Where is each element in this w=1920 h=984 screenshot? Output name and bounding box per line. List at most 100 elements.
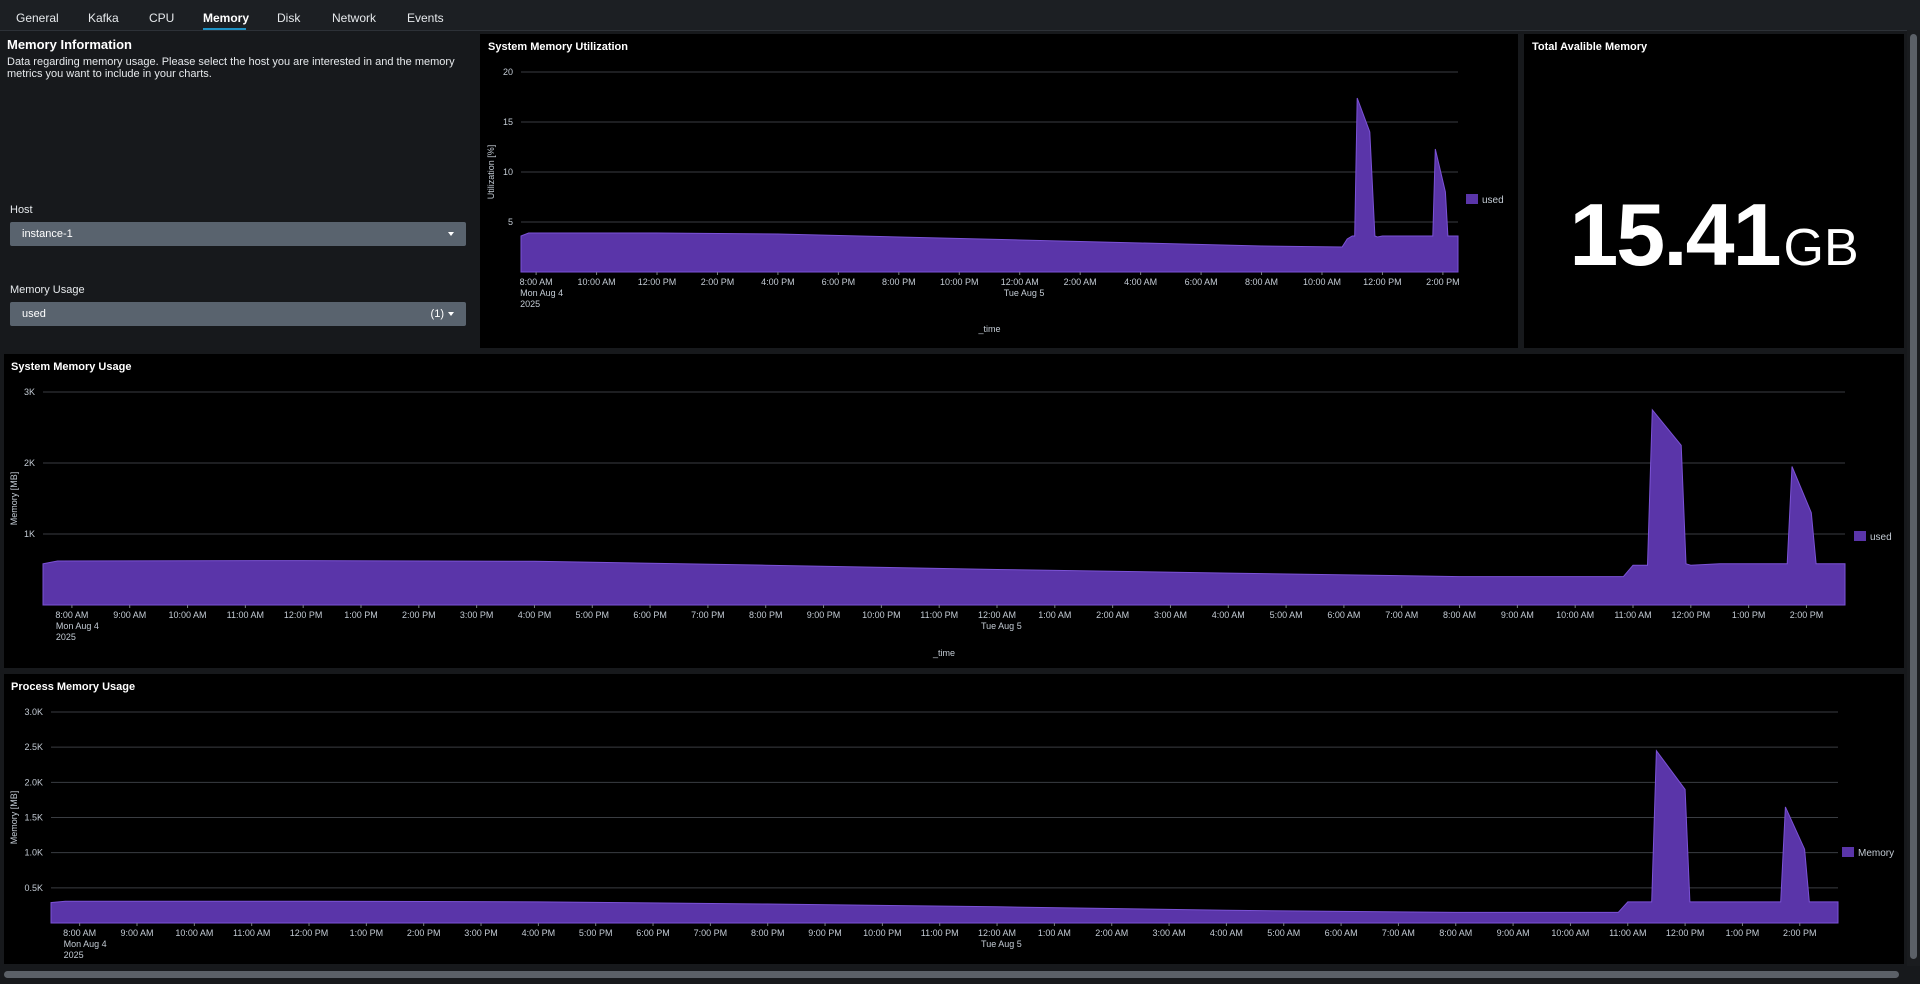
x-tick-label: 9:00 AM <box>1501 610 1534 620</box>
memory-usage-multiselect[interactable]: used (1) <box>10 302 466 326</box>
x-tick-label: 11:00 AM <box>1614 610 1651 620</box>
x-tick-label: 10:00 PM <box>940 277 979 287</box>
x-tick-label: 1:00 PM <box>344 610 378 620</box>
tab-network[interactable]: Network <box>332 11 376 25</box>
x-tick-label: 5:00 AM <box>1267 928 1300 938</box>
x-tick-label: 12:00 PM <box>638 277 677 287</box>
y-tick-label: 2K <box>24 458 35 468</box>
legend-label[interactable]: used <box>1870 532 1892 543</box>
host-dropdown[interactable]: instance-1 <box>10 222 466 246</box>
x-tick-label: 9:00 AM <box>113 610 146 620</box>
x-tick-label: 8:00 AM <box>520 277 553 287</box>
x-tick-label: 9:00 PM <box>807 610 841 620</box>
x-tick-label: 4:00 AM <box>1124 277 1157 287</box>
panel-title: Process Memory Usage <box>11 681 136 693</box>
tab-kafka[interactable]: Kafka <box>88 11 119 25</box>
system-memory-usage-chart: 1K2K3KMemory [MB]8:00 AMMon Aug 420259:0… <box>9 387 1892 658</box>
x-tick-label: 10:00 AM <box>175 928 213 938</box>
system-memory-utilization-chart: 5101520Utilization [%]8:00 AMMon Aug 420… <box>486 67 1504 334</box>
x-tick-label: 4:00 PM <box>518 610 552 620</box>
series-area-used[interactable] <box>520 97 1459 273</box>
legend-swatch[interactable] <box>1842 847 1854 857</box>
tab-general[interactable]: General <box>16 11 59 25</box>
y-tick-label: 1K <box>24 529 35 539</box>
x-tick-label: 7:00 PM <box>694 928 728 938</box>
x-tick-label: 3:00 AM <box>1154 610 1187 620</box>
x-tick-label: 11:00 AM <box>233 928 270 938</box>
y-tick-label: 1.0K <box>24 848 43 858</box>
panel-title: System Memory Usage <box>11 361 132 373</box>
y-tick-label: 2.0K <box>24 777 43 787</box>
x-tick-label: 2:00 PM <box>701 277 735 287</box>
process-memory-usage-panel: Process Memory Usage 0.5K 1.0K 1.5K 2.0K 2.5… <box>4 674 1904 964</box>
x-tick-label: 12:00 AM <box>978 928 1016 938</box>
y-tick-label: 3K <box>24 387 35 397</box>
y-tick-label: 2.5K <box>24 742 43 752</box>
x-tick-sublabel: Mon Aug 4 <box>520 288 563 298</box>
x-tick-label: 1:00 AM <box>1038 928 1071 938</box>
legend-swatch[interactable] <box>1854 531 1866 541</box>
dashboard-tab-bar: General Kafka CPU Memory Disk Network Ev… <box>0 0 1920 31</box>
x-tick-label: 2:00 PM <box>402 610 436 620</box>
x-tick-label: 2:00 AM <box>1095 928 1128 938</box>
y-tick-label: 3.0K <box>24 707 43 717</box>
x-tick-label: 9:00 AM <box>1497 928 1530 938</box>
x-tick-label: 3:00 PM <box>464 928 498 938</box>
x-tick-label: 3:00 PM <box>460 610 494 620</box>
tab-disk[interactable]: Disk <box>277 11 300 25</box>
y-tick-label: 15 <box>503 117 513 127</box>
x-axis-label: _time <box>932 648 955 658</box>
x-tick-sublabel: Mon Aug 4 <box>56 621 99 631</box>
vertical-scrollbar[interactable] <box>1907 30 1920 966</box>
x-tick-sublabel: Tue Aug 5 <box>981 621 1022 631</box>
x-tick-label: 12:00 PM <box>284 610 323 620</box>
x-tick-label: 1:00 PM <box>1732 610 1766 620</box>
x-tick-label: 10:00 PM <box>863 928 902 938</box>
legend-swatch[interactable] <box>1466 194 1478 204</box>
x-tick-label: 8:00 PM <box>882 277 916 287</box>
x-tick-label: 6:00 PM <box>636 928 670 938</box>
memory-usage-label: Memory Usage <box>10 284 85 296</box>
legend-label[interactable]: used <box>1482 195 1504 206</box>
x-tick-label: 2:00 PM <box>1783 928 1817 938</box>
x-tick-label: 8:00 AM <box>63 928 96 938</box>
x-tick-label: 6:00 AM <box>1327 610 1360 620</box>
tab-events[interactable]: Events <box>407 11 444 25</box>
x-tick-sublabel: 2025 <box>520 299 540 309</box>
vertical-scrollbar-thumb[interactable] <box>1910 34 1917 959</box>
host-label: Host <box>10 204 33 216</box>
x-tick-label: 12:00 PM <box>1666 928 1705 938</box>
x-tick-label: 8:00 PM <box>749 610 783 620</box>
tab-cpu[interactable]: CPU <box>149 11 174 25</box>
x-tick-label: 12:00 PM <box>290 928 329 938</box>
total-memory-unit: GB <box>1783 219 1859 277</box>
system-memory-utilization-panel: System Memory Utilization 5 10 15 20 Utiliza… <box>480 34 1518 348</box>
y-tick-label: 20 <box>503 67 513 77</box>
x-tick-label: 12:00 AM <box>1001 277 1039 287</box>
x-tick-label: 8:00 AM <box>1443 610 1476 620</box>
y-tick-label: 10 <box>503 167 513 177</box>
x-tick-label: 9:00 PM <box>808 928 842 938</box>
x-tick-label: 4:00 AM <box>1212 610 1245 620</box>
selected-count-badge: (1) <box>430 308 444 320</box>
horizontal-scrollbar[interactable] <box>0 966 1907 984</box>
x-tick-label: 1:00 AM <box>1038 610 1071 620</box>
x-tick-label: 11:00 AM <box>1609 928 1646 938</box>
total-memory-number: 15.41 <box>1569 185 1781 284</box>
legend-label[interactable]: Memory <box>1858 848 1894 859</box>
tab-memory[interactable]: Memory <box>203 11 249 25</box>
x-tick-label: 3:00 AM <box>1153 928 1186 938</box>
x-tick-label: 5:00 PM <box>579 928 613 938</box>
panel-title: System Memory Utilization <box>488 41 628 53</box>
active-tab-indicator <box>203 28 246 30</box>
x-tick-label: 6:00 PM <box>822 277 856 287</box>
x-tick-label: 2:00 PM <box>1790 610 1824 620</box>
x-tick-label: 4:00 PM <box>522 928 556 938</box>
x-tick-label: 8:00 AM <box>55 610 88 620</box>
series-area-memory[interactable] <box>50 749 1839 924</box>
x-tick-label: 7:00 AM <box>1382 928 1415 938</box>
series-area-used[interactable] <box>42 408 1846 606</box>
y-tick-label: 5 <box>508 217 513 227</box>
x-tick-sublabel: 2025 <box>56 632 76 642</box>
horizontal-scrollbar-thumb[interactable] <box>4 971 1899 978</box>
